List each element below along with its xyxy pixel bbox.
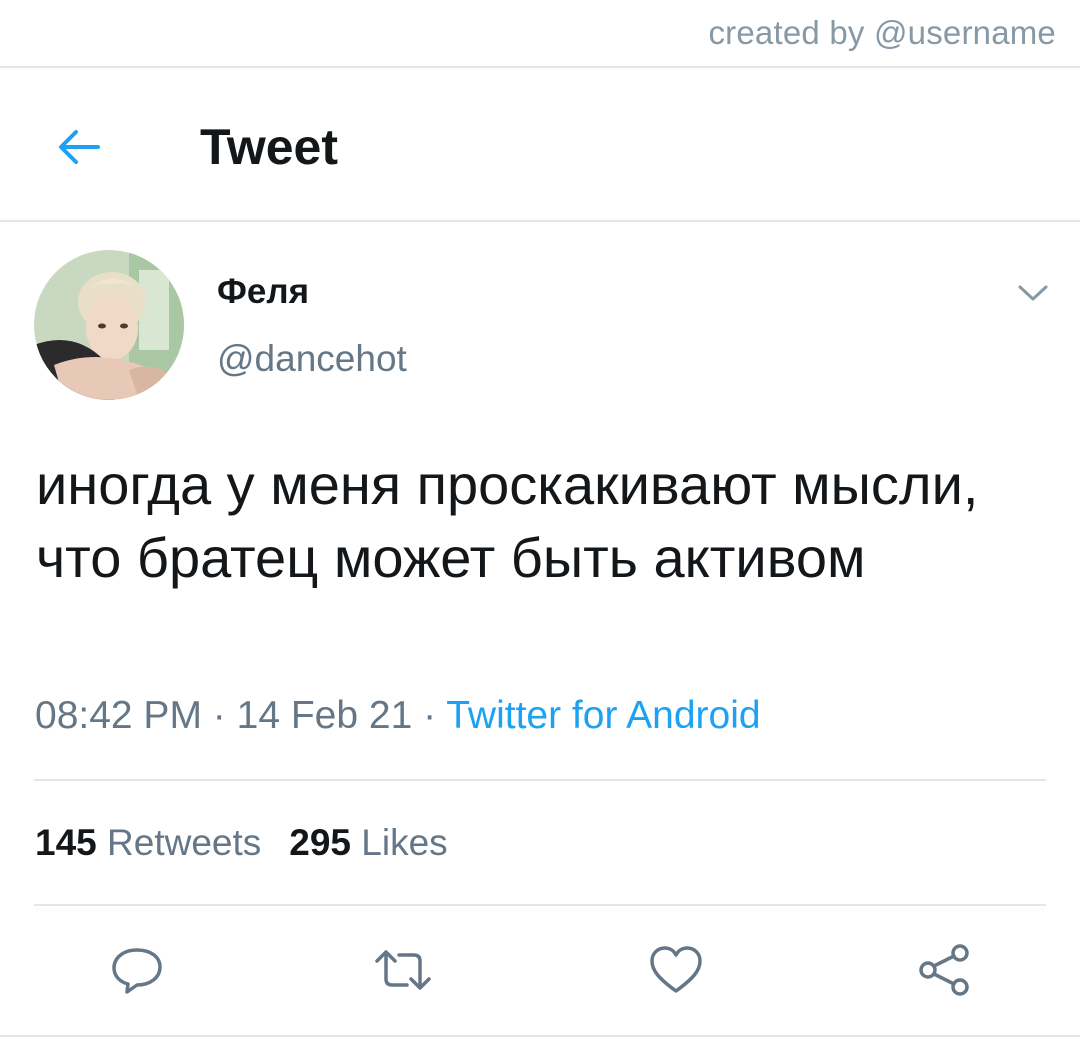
watermark-credit: created by @username — [708, 14, 1056, 51]
divider — [0, 66, 1080, 68]
retweets-label: Retweets — [107, 822, 262, 863]
avatar-image — [34, 250, 184, 400]
tweet-time: 08:42 PM — [35, 694, 202, 737]
arrow-left-icon — [59, 130, 100, 164]
share-button[interactable] — [914, 940, 974, 1000]
retweets-count: 145 — [35, 822, 97, 863]
retweet-button[interactable] — [373, 940, 433, 1000]
author-handle[interactable]: @dancehot — [217, 338, 407, 380]
likes-stat[interactable]: 295 Likes — [289, 822, 447, 863]
retweet-icon — [375, 950, 431, 990]
avatar[interactable] — [34, 250, 184, 400]
divider — [34, 779, 1046, 781]
back-button[interactable] — [52, 122, 104, 172]
divider — [0, 1035, 1080, 1037]
likes-count: 295 — [289, 822, 351, 863]
tweet-meta: 08:42 PM · 14 Feb 21 · Twitter for Andro… — [35, 694, 761, 738]
divider — [34, 904, 1046, 906]
like-button[interactable] — [646, 940, 706, 1000]
reply-icon — [112, 948, 162, 994]
meta-separator: · — [423, 694, 437, 737]
tweet-text: иногда у меня проскакивают мысли, что бр… — [36, 453, 979, 589]
retweets-stat[interactable]: 145 Retweets — [35, 822, 261, 863]
reply-button[interactable] — [107, 940, 167, 1000]
tweet-menu-button[interactable] — [1013, 278, 1053, 308]
like-icon — [650, 946, 702, 993]
divider — [0, 220, 1080, 222]
author-display-name[interactable]: Феля — [217, 272, 309, 312]
chevron-down-icon — [1018, 285, 1048, 301]
likes-label: Likes — [361, 822, 448, 863]
share-icon — [919, 944, 969, 996]
tweet-source-link[interactable]: Twitter for Android — [446, 694, 760, 737]
tweet-date: 14 Feb 21 — [236, 694, 413, 737]
tweet-stats: 145 Retweets 295 Likes — [35, 822, 448, 864]
page-title: Tweet — [200, 119, 338, 175]
meta-separator: · — [212, 694, 226, 737]
